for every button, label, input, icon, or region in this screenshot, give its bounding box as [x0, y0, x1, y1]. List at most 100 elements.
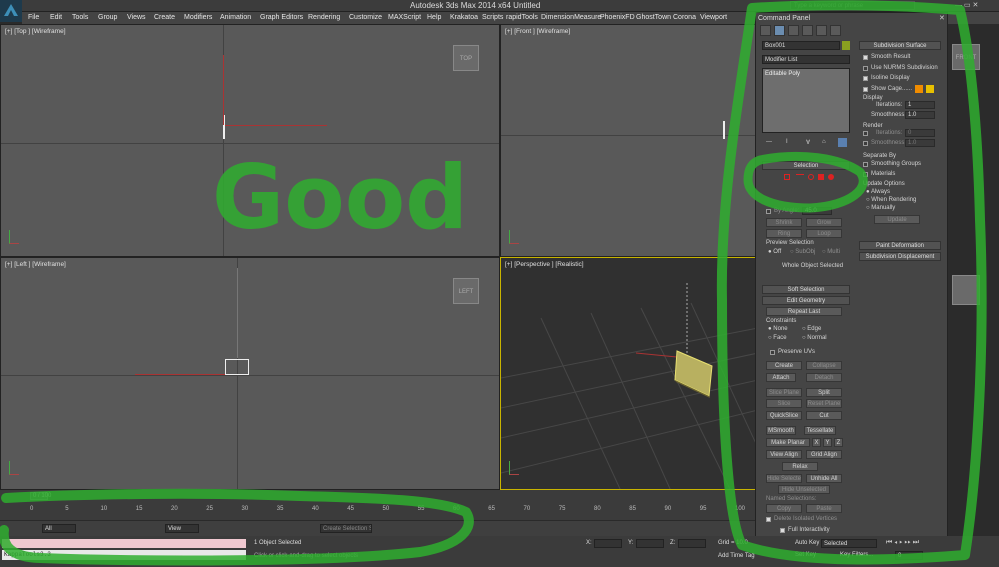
- display-tab-icon[interactable]: [816, 25, 827, 36]
- show-cage-checkbox[interactable]: [863, 87, 868, 92]
- paste-button[interactable]: Paste: [806, 504, 842, 513]
- menu-maxscript[interactable]: MAXScript: [388, 14, 421, 21]
- modify-tab-icon[interactable]: [774, 25, 785, 36]
- selection-rollout[interactable]: Selection: [762, 161, 850, 170]
- detach-button[interactable]: Detach: [806, 373, 842, 382]
- z-coordinate-field[interactable]: [678, 539, 706, 548]
- utilities-tab-icon[interactable]: [830, 25, 841, 36]
- viewport-label[interactable]: [+] [Left ] [Wireframe]: [5, 261, 66, 268]
- constraint-normal-radio[interactable]: ○ Normal: [802, 335, 827, 341]
- search-field[interactable]: Type a keyword or phrase: [790, 1, 915, 10]
- create-tab-icon[interactable]: [760, 25, 771, 36]
- soft-selection-rollout[interactable]: Soft Selection: [762, 285, 850, 294]
- reference-coordinate-dropdown[interactable]: View: [165, 524, 199, 533]
- preview-subobj-radio[interactable]: ○ SubObj: [790, 249, 815, 255]
- menu-animation[interactable]: Animation: [220, 14, 251, 21]
- unhide-all-button[interactable]: Unhide All: [806, 474, 842, 483]
- viewcube-front[interactable]: FRONT: [952, 44, 980, 70]
- hierarchy-tab-icon[interactable]: [788, 25, 799, 36]
- cage-selection-color-swatch[interactable]: [926, 85, 934, 93]
- menu-tools[interactable]: Tools: [72, 14, 88, 21]
- smoothness-spinner[interactable]: 1.0: [905, 111, 935, 119]
- window-controls[interactable]: — ▭ ✕: [955, 1, 978, 9]
- object-color-swatch[interactable]: [842, 41, 850, 50]
- maxscript-listener-pink[interactable]: [2, 539, 246, 548]
- viewport-label[interactable]: [+] [Front ] [Wireframe]: [505, 28, 570, 35]
- edit-geometry-rollout[interactable]: Edit Geometry: [762, 296, 850, 305]
- shrink-button[interactable]: Shrink: [766, 218, 802, 227]
- viewcube-perspective-icon[interactable]: [952, 275, 980, 305]
- app-logo-icon[interactable]: [0, 0, 22, 22]
- menu-rapidtools[interactable]: rapidTools: [506, 14, 538, 21]
- selection-filter-dropdown[interactable]: All: [42, 524, 76, 533]
- copy-button[interactable]: Copy: [766, 504, 802, 513]
- cut-button[interactable]: Cut: [806, 411, 842, 420]
- smoothing-groups-checkbox[interactable]: [863, 162, 868, 167]
- current-frame-field[interactable]: 0: [895, 551, 923, 560]
- menu-create[interactable]: Create: [154, 14, 175, 21]
- update-always-radio[interactable]: ● Always: [866, 189, 890, 195]
- motion-tab-icon[interactable]: [802, 25, 813, 36]
- show-end-result-icon[interactable]: I: [786, 139, 788, 145]
- smooth-result-checkbox[interactable]: [863, 55, 868, 60]
- tessellate-button[interactable]: Tessellate: [804, 426, 836, 435]
- subdivision-displacement-rollout[interactable]: Subdivision Displacement: [859, 252, 941, 261]
- menu-scripts[interactable]: Scripts: [482, 14, 503, 21]
- reset-plane-button[interactable]: Reset Plane: [806, 399, 842, 408]
- planar-x-button[interactable]: X: [812, 438, 821, 447]
- menu-help[interactable]: Help: [427, 14, 441, 21]
- quickslice-button[interactable]: QuickSlice: [766, 411, 802, 420]
- menu-edit[interactable]: Edit: [50, 14, 62, 21]
- menu-rendering[interactable]: Rendering: [308, 14, 340, 21]
- viewport-front[interactable]: [+] [Front ] [Wireframe]: [500, 24, 757, 257]
- auto-key-button[interactable]: Auto Key: [795, 540, 819, 546]
- object-name-field[interactable]: Box001: [762, 41, 840, 50]
- menu-dimensionmeasure[interactable]: DimensionMeasure: [541, 14, 601, 21]
- viewcube-left[interactable]: LEFT: [453, 278, 479, 304]
- relax-button[interactable]: Relax: [782, 462, 818, 471]
- planar-z-button[interactable]: Z: [834, 438, 843, 447]
- paint-deformation-rollout[interactable]: Paint Deformation: [859, 241, 941, 250]
- element-mode-icon[interactable]: [828, 174, 834, 180]
- grow-button[interactable]: Grow: [806, 218, 842, 227]
- menu-views[interactable]: Views: [127, 14, 146, 21]
- by-angle-checkbox[interactable]: [766, 209, 771, 214]
- preview-multi-radio[interactable]: ○ Multi: [822, 249, 840, 255]
- modifier-stack[interactable]: Editable Poly: [762, 68, 850, 133]
- menu-group[interactable]: Group: [98, 14, 117, 21]
- slice-button[interactable]: Slice: [766, 399, 802, 408]
- playback-controls[interactable]: ⏮ ◂ ▸ ▸▸ ⏭: [886, 539, 919, 547]
- modifier-list-dropdown[interactable]: Modifier List: [762, 55, 850, 64]
- split-button[interactable]: Split: [806, 388, 842, 397]
- slice-plane-button[interactable]: Slice Plane: [766, 388, 802, 397]
- constraint-none-radio[interactable]: ● None: [768, 326, 788, 332]
- full-interactivity-checkbox[interactable]: [780, 528, 785, 533]
- border-mode-icon[interactable]: [808, 174, 814, 180]
- time-slider[interactable]: 0 / 100: [30, 492, 51, 500]
- isoline-display-checkbox[interactable]: [863, 76, 868, 81]
- timeline[interactable]: 0 / 100 0 5 10 15 20 25 30 35 40 45 50 55 60 65 70 75 80…: [0, 490, 755, 520]
- vertex-mode-icon[interactable]: [784, 174, 790, 180]
- key-filters-button[interactable]: Key Filters...: [840, 552, 873, 558]
- iterations-spinner[interactable]: 1: [905, 101, 935, 109]
- menu-ghosttown[interactable]: GhostTown: [636, 14, 671, 21]
- constraint-edge-radio[interactable]: ○ Edge: [802, 326, 821, 332]
- view-align-button[interactable]: View Align: [766, 450, 802, 459]
- subdivision-surface-rollout[interactable]: Subdivision Surface: [859, 41, 941, 50]
- menu-file[interactable]: File: [28, 14, 39, 21]
- attach-button[interactable]: Attach: [766, 373, 796, 382]
- viewport-perspective[interactable]: [+] [Perspective ] [Realistic]: [500, 257, 757, 490]
- render-iterations-checkbox[interactable]: [863, 131, 868, 136]
- grid-align-button[interactable]: Grid Align: [806, 450, 842, 459]
- menu-viewport[interactable]: Viewport: [700, 14, 727, 21]
- stack-item[interactable]: Editable Poly: [765, 71, 800, 77]
- y-coordinate-field[interactable]: [636, 539, 664, 548]
- viewport-left[interactable]: [+] [Left ] [Wireframe] LEFT: [0, 257, 500, 490]
- pin-stack-icon[interactable]: —: [766, 139, 772, 145]
- planar-y-button[interactable]: Y: [823, 438, 832, 447]
- preview-off-radio[interactable]: ● Off: [768, 249, 781, 255]
- viewcube-top[interactable]: TOP: [453, 45, 479, 71]
- viewport-top[interactable]: [+] [Top ] [Wireframe] TOP: [0, 24, 500, 257]
- viewport-label[interactable]: [+] [Top ] [Wireframe]: [5, 28, 66, 35]
- hide-selected-button[interactable]: Hide Selected: [766, 474, 802, 483]
